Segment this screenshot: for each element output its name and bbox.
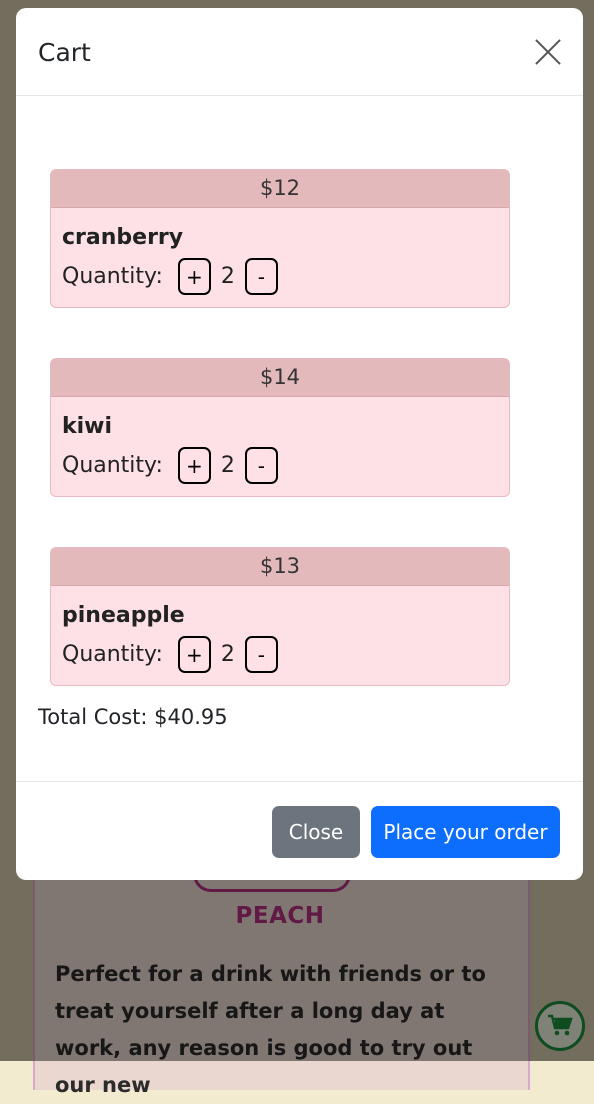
item-price: $14	[51, 359, 509, 397]
cart-item: $13 pineapple Quantity: + 2 -	[50, 547, 510, 686]
quantity-row: Quantity: + 2 -	[62, 258, 278, 295]
cart-modal: Cart $12 cranberry Quantity: + 2 - $14 k…	[16, 8, 583, 880]
quantity-value: 2	[220, 642, 235, 667]
decrease-quantity-button[interactable]: -	[244, 447, 278, 484]
total-cost: Total Cost: $40.95	[38, 705, 228, 729]
close-icon[interactable]	[534, 38, 562, 66]
modal-header: Cart	[16, 8, 583, 96]
cart-item: $14 kiwi Quantity: + 2 -	[50, 358, 510, 497]
item-price: $13	[51, 548, 509, 586]
quantity-value: 2	[220, 453, 235, 478]
quantity-label: Quantity:	[62, 453, 163, 478]
item-name: pineapple	[62, 603, 185, 628]
decrease-quantity-button[interactable]: -	[244, 258, 278, 295]
quantity-row: Quantity: + 2 -	[62, 636, 278, 673]
modal-title: Cart	[38, 38, 91, 67]
item-name: kiwi	[62, 414, 113, 439]
modal-footer: Close Place your order	[16, 781, 583, 880]
item-price: $12	[51, 170, 509, 208]
close-button[interactable]: Close	[272, 806, 360, 858]
increase-quantity-button[interactable]: +	[177, 636, 211, 673]
increase-quantity-button[interactable]: +	[177, 258, 211, 295]
quantity-label: Quantity:	[62, 642, 163, 667]
decrease-quantity-button[interactable]: -	[244, 636, 278, 673]
quantity-value: 2	[220, 264, 235, 289]
increase-quantity-button[interactable]: +	[177, 447, 211, 484]
quantity-row: Quantity: + 2 -	[62, 447, 278, 484]
place-order-button[interactable]: Place your order	[371, 806, 560, 858]
cart-item: $12 cranberry Quantity: + 2 -	[50, 169, 510, 308]
quantity-label: Quantity:	[62, 264, 163, 289]
item-name: cranberry	[62, 225, 184, 250]
